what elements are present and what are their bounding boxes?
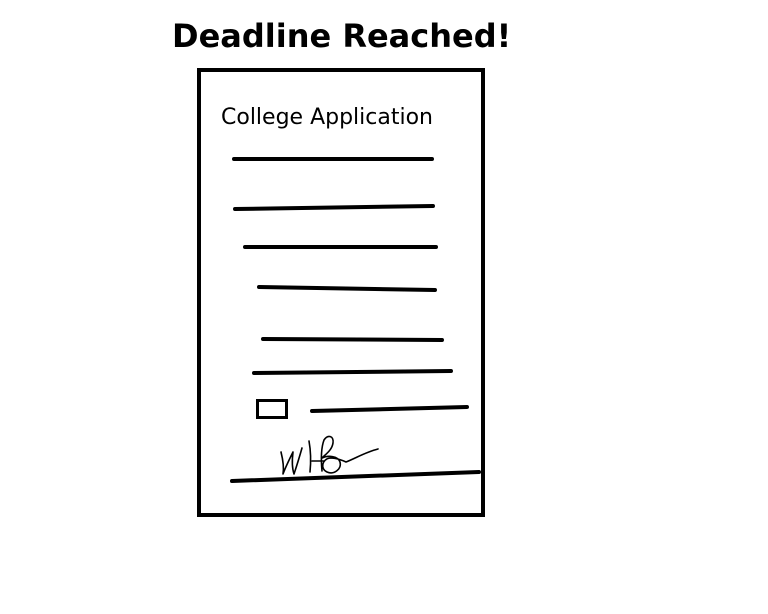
checkbox (256, 399, 288, 419)
document-heading: College Application (221, 105, 433, 130)
deadline-title: Deadline Reached! (172, 17, 512, 55)
college-application-document (197, 68, 485, 517)
